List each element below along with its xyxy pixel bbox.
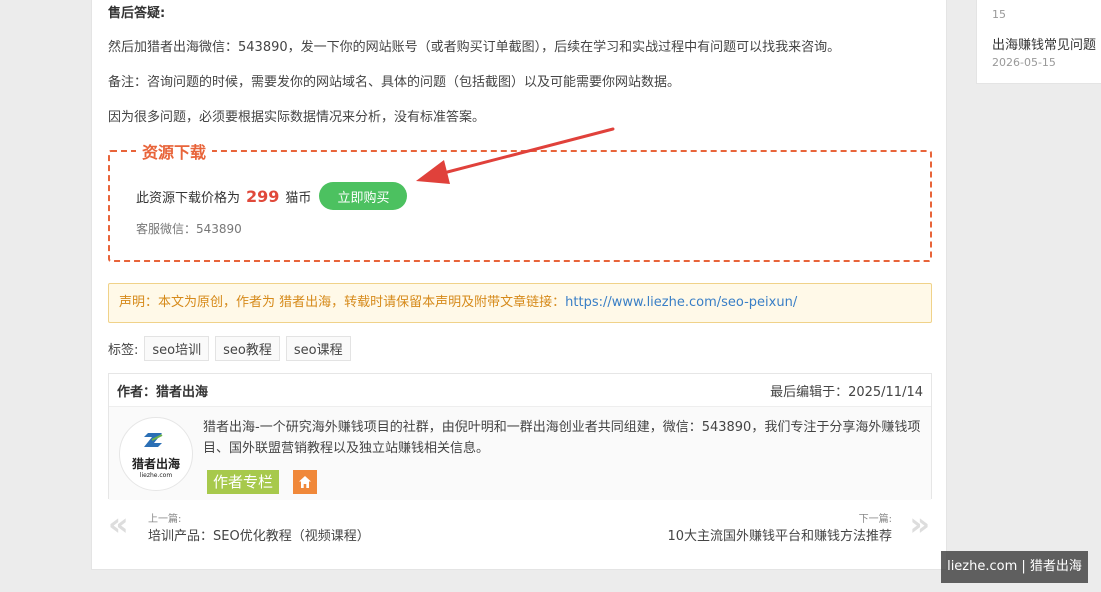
last-edit-date: 最后编辑于：2025/11/14 xyxy=(770,384,923,400)
article-main: 售后答疑: 然后加猎者出海微信：543890，发一下你的网站账号（或者购买订单截… xyxy=(91,0,947,570)
article-link[interactable]: https://www.liezhe.com/seo-peixun/ xyxy=(565,295,797,310)
after-sales-heading: 售后答疑: xyxy=(108,6,166,21)
home-icon xyxy=(299,476,311,488)
author-column-button[interactable]: 作者专栏 xyxy=(207,470,280,494)
sidebar-recent-posts: 15 出海赚钱常见问题 2026-05-15 xyxy=(976,0,1101,84)
next-chevron-icon[interactable]: » xyxy=(909,505,930,543)
buy-now-button[interactable]: 立即购买 xyxy=(319,182,408,210)
author-body: 猎者出海 liezhe.com 猎者出海-一个研究海外赚钱项目的社群，由倪叶明和… xyxy=(109,407,931,500)
resource-download-title: 资源下载 xyxy=(136,139,213,163)
price-unit: 猫币 xyxy=(285,190,312,206)
article-paragraph-1: 然后加猎者出海微信：543890，发一下你的网站账号（或者购买订单截图），后续在… xyxy=(108,40,841,55)
price-prefix: 此资源下载价格为 xyxy=(136,190,241,206)
author-avatar[interactable]: 猎者出海 liezhe.com xyxy=(119,417,193,491)
author-home-button[interactable] xyxy=(293,470,317,494)
sidebar-prev-date: 15 xyxy=(992,8,1006,21)
prev-article[interactable]: 上一篇: 培训产品：SEO优化教程（视频课程） xyxy=(148,510,370,544)
logo-name: 猎者出海 xyxy=(132,456,180,471)
author-header: 作者：猎者出海 最后编辑于：2025/11/14 xyxy=(109,374,931,407)
resource-download-box: 资源下载 此资源下载价格为 299 猫币 立即购买 客服微信：543890 xyxy=(108,139,932,262)
download-price-line: 此资源下载价格为 299 猫币 立即购买 xyxy=(136,182,408,210)
copyright-notice: 声明：本文为原创，作者为 猎者出海，转载时请保留本声明及附带文章链接：https… xyxy=(108,283,932,323)
article-paragraph-3: 因为很多问题，必须要根据实际数据情况来分析，没有标准答案。 xyxy=(108,110,486,125)
prev-label: 上一篇: xyxy=(148,514,182,525)
next-label: 下一篇: xyxy=(858,514,892,525)
prev-title[interactable]: 培训产品：SEO优化教程（视频课程） xyxy=(148,525,370,544)
tag-item[interactable]: seo课程 xyxy=(285,336,351,361)
prev-chevron-icon[interactable]: « xyxy=(108,505,129,543)
tags-label: 标签: xyxy=(108,343,139,358)
liezhe-logo-icon: 猎者出海 liezhe.com xyxy=(132,433,180,479)
tag-item[interactable]: seo培训 xyxy=(144,336,210,361)
author-name: 作者：猎者出海 xyxy=(117,384,209,400)
article-paragraph-2: 备注：咨询问题的时候，需要发你的网站域名、具体的问题（包括截图）以及可能需要你网… xyxy=(108,75,681,90)
service-wechat: 客服微信：543890 xyxy=(136,222,242,236)
next-article[interactable]: 下一篇: 10大主流国外赚钱平台和赚钱方法推荐 xyxy=(667,510,892,544)
next-title[interactable]: 10大主流国外赚钱平台和赚钱方法推荐 xyxy=(667,525,892,544)
sidebar-item-title[interactable]: 出海赚钱常见问题 xyxy=(992,34,1096,53)
site-watermark: liezhe.com | 猎者出海 xyxy=(941,551,1088,583)
notice-text: 声明：本文为原创，作者为 猎者出海，转载时请保留本声明及附带文章链接： xyxy=(119,295,566,310)
sidebar-item-date: 2026-05-15 xyxy=(992,56,1056,69)
author-description: 猎者出海-一个研究海外赚钱项目的社群，由倪叶明和一群出海创业者共同组建，微信：5… xyxy=(203,420,921,456)
logo-domain: liezhe.com xyxy=(140,472,173,479)
tag-item[interactable]: seo教程 xyxy=(215,336,280,361)
author-box: 作者：猎者出海 最后编辑于：2025/11/14 猎者出海 liezhe.com… xyxy=(108,373,932,500)
price-value: 299 xyxy=(246,186,280,206)
tags-row: 标签: seo培训 seo教程 seo课程 xyxy=(108,336,351,361)
